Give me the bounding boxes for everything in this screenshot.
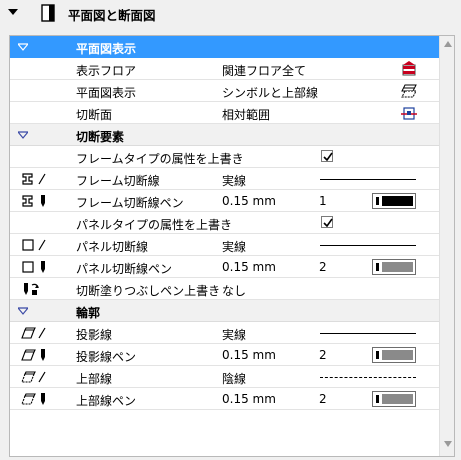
pen-number[interactable]: 1: [319, 194, 327, 208]
row-label: パネル切断線: [76, 240, 149, 254]
row-cut-surfaces[interactable]: 切断面 相対範囲: [10, 102, 439, 124]
pen-swatch[interactable]: [372, 391, 416, 407]
floors-icon[interactable]: [401, 61, 417, 77]
frame-line-type-icon: [22, 173, 46, 185]
row-value[interactable]: シンボルと上部線: [222, 84, 318, 101]
projection-line-icon: [21, 327, 46, 339]
row-value: 0.15 mm: [222, 348, 276, 362]
group-collapse-icon[interactable]: [18, 307, 28, 315]
floorplan-section-icon: [41, 4, 55, 22]
property-grid: 平面図表示 表示フロア 関連フロア全て 平面図表示 シンボルと上部線 切断面 相…: [9, 35, 455, 457]
check-icon: [323, 218, 333, 228]
row-value[interactable]: 実線: [222, 326, 246, 343]
row-show-on-stories[interactable]: 表示フロア 関連フロア全て: [10, 58, 439, 80]
panel-line-type-icon: [22, 239, 46, 251]
row-label: フレーム切断線: [76, 174, 160, 188]
row-label: 平面図表示: [76, 86, 137, 100]
group-outlines[interactable]: 輪郭: [10, 300, 439, 322]
row-value[interactable]: 実線: [222, 238, 246, 255]
collapse-triangle-icon[interactable]: [8, 7, 18, 17]
override-frame-checkbox[interactable]: [321, 150, 333, 162]
row-value[interactable]: なし: [222, 282, 246, 299]
row-floor-plan-display[interactable]: 平面図表示 シンボルと上部線: [10, 80, 439, 102]
pen-number[interactable]: 2: [319, 392, 327, 406]
frame-pen-icon: [22, 195, 45, 207]
row-panel-cut-line[interactable]: パネル切断線 実線: [10, 234, 439, 256]
row-label: パネルタイプの属性を上書き: [76, 218, 233, 232]
group-title: 輪郭: [76, 306, 101, 320]
row-override-panel-type[interactable]: パネルタイプの属性を上書き: [10, 212, 439, 234]
row-label: 投影線ペン: [76, 350, 137, 364]
group-floorplan-display[interactable]: 平面図表示: [10, 36, 439, 58]
override-panel-checkbox[interactable]: [321, 216, 333, 228]
row-label: 上部線: [76, 372, 113, 386]
fill-pen-override-icon: [24, 283, 39, 295]
panel-header[interactable]: 平面図と断面図: [0, 0, 461, 28]
row-value[interactable]: 相対範囲: [222, 106, 270, 123]
row-label: フレームタイプの属性を上書き: [76, 152, 244, 166]
row-label: 表示フロア: [76, 64, 137, 78]
pen-number[interactable]: 2: [319, 348, 327, 362]
row-label: 切断塗りつぶしペン上書き: [76, 284, 221, 298]
group-title: 平面図表示: [76, 42, 137, 56]
row-value[interactable]: 実線: [222, 172, 246, 189]
row-value: 0.15 mm: [222, 260, 276, 274]
row-frame-cut-line[interactable]: フレーム切断線 実線: [10, 168, 439, 190]
line-type-preview: [320, 245, 416, 246]
row-label: 投影線: [76, 328, 113, 342]
row-panel-cut-pen[interactable]: パネル切断線ペン 0.15 mm 2: [10, 256, 439, 278]
row-override-frame-type[interactable]: フレームタイプの属性を上書き: [10, 146, 439, 168]
row-label: パネル切断線ペン: [76, 262, 173, 276]
line-type-preview: [320, 179, 416, 180]
panel-title: 平面図と断面図: [68, 8, 156, 23]
pen-swatch[interactable]: [372, 193, 416, 209]
row-value[interactable]: 陰線: [222, 370, 246, 387]
projection-pen-icon: [21, 349, 45, 361]
panel-pen-icon: [22, 261, 45, 273]
pen-swatch[interactable]: [372, 259, 416, 275]
row-frame-cut-pen[interactable]: フレーム切断線ペン 0.15 mm 1: [10, 190, 439, 212]
row-overhead-line[interactable]: 上部線 陰線: [10, 366, 439, 388]
vertical-scrollbar[interactable]: [439, 36, 454, 456]
row-label: 上部線ペン: [76, 394, 137, 408]
check-icon: [323, 152, 333, 162]
row-value[interactable]: 関連フロア全て: [222, 62, 306, 79]
line-type-preview: [320, 377, 416, 378]
overhead-line-icon: [21, 371, 46, 383]
group-collapse-icon[interactable]: [18, 43, 28, 51]
row-value: 0.15 mm: [222, 194, 276, 208]
row-overhead-pen[interactable]: 上部線ペン 0.15 mm 2: [10, 388, 439, 410]
row-label: フレーム切断線ペン: [76, 196, 184, 210]
cut-plane-icon[interactable]: [401, 105, 417, 121]
row-projection-line[interactable]: 投影線 実線: [10, 322, 439, 344]
overhead-pen-icon: [21, 393, 45, 405]
group-cut-elements[interactable]: 切断要素: [10, 124, 439, 146]
line-type-preview: [320, 333, 416, 334]
scroll-down-icon[interactable]: [444, 441, 452, 447]
scroll-up-icon[interactable]: [444, 41, 452, 47]
row-cut-fill-pen-override[interactable]: 切断塗りつぶしペン上書き なし: [10, 278, 439, 300]
row-value: 0.15 mm: [222, 392, 276, 406]
symbol-display-icon[interactable]: [401, 83, 417, 99]
group-collapse-icon[interactable]: [18, 131, 28, 139]
row-label: 切断面: [76, 108, 113, 122]
pen-number[interactable]: 2: [319, 260, 327, 274]
row-projection-pen[interactable]: 投影線ペン 0.15 mm 2: [10, 344, 439, 366]
group-title: 切断要素: [76, 130, 125, 144]
pen-swatch[interactable]: [372, 347, 416, 363]
